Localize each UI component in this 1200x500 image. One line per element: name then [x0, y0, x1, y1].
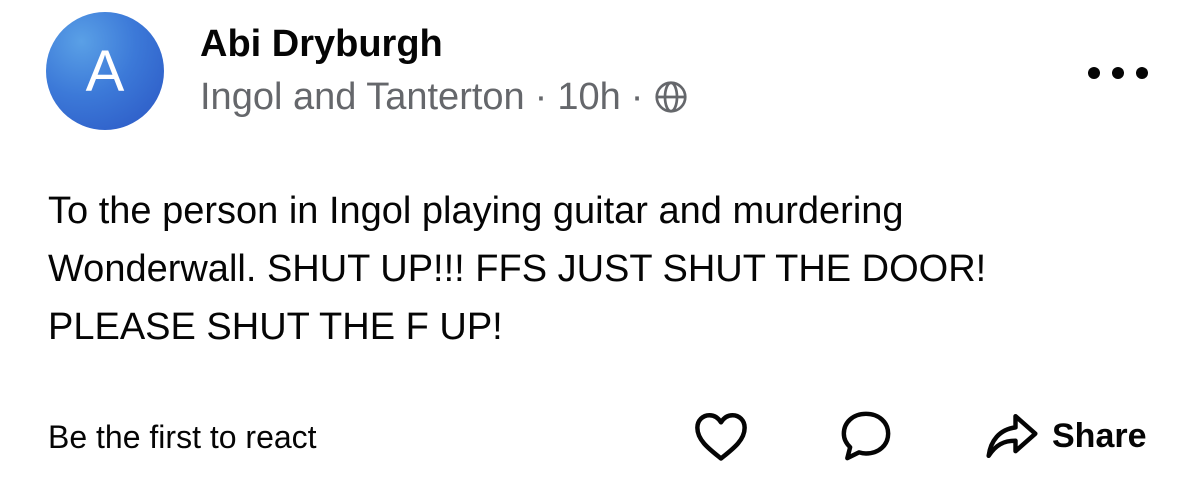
share-arrow-icon: [986, 413, 1038, 459]
more-options-button[interactable]: [1088, 58, 1148, 88]
more-dots-icon: [1088, 67, 1100, 79]
avatar-letter: A: [85, 39, 125, 104]
meta-separator: ·: [630, 75, 644, 118]
post-card: A Abi Dryburgh Ingol and Tanterton · 10h…: [0, 0, 1200, 500]
comment-button[interactable]: [838, 406, 894, 466]
post-meta: Ingol and Tanterton · 10h ·: [200, 72, 689, 122]
share-label: Share: [1052, 416, 1147, 455]
share-button[interactable]: Share: [984, 406, 1147, 466]
globe-icon: [653, 79, 689, 115]
like-button[interactable]: [692, 406, 750, 466]
more-dots-icon: [1136, 67, 1148, 79]
group-name[interactable]: Ingol and Tanterton: [200, 76, 525, 119]
author-name[interactable]: Abi Dryburgh: [200, 20, 443, 68]
post-time[interactable]: 10h: [557, 76, 620, 119]
post-text: To the person in Ingol playing guitar an…: [48, 190, 987, 348]
reactions-summary[interactable]: Be the first to react: [48, 414, 317, 460]
heart-icon: [695, 412, 747, 461]
meta-separator: ·: [534, 75, 548, 118]
more-dots-icon: [1112, 67, 1124, 79]
avatar[interactable]: A: [46, 12, 164, 130]
comment-icon: [841, 411, 891, 461]
